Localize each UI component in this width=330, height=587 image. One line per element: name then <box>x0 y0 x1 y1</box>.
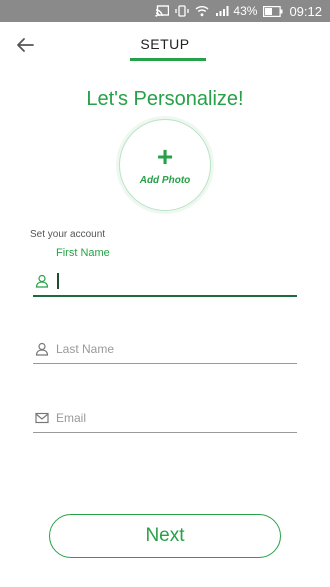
title-underline <box>130 58 206 61</box>
battery-icon <box>263 5 283 17</box>
first-name-input[interactable] <box>59 274 297 288</box>
status-bar: 43% 09:12 <box>0 0 330 22</box>
personalize-heading: Let's Personalize! <box>86 88 244 110</box>
last-name-field[interactable] <box>33 335 297 364</box>
signal-icon <box>215 5 229 17</box>
page-title: SETUP <box>140 36 190 52</box>
plus-icon: + <box>156 140 174 172</box>
add-photo-label: Add Photo <box>139 174 191 186</box>
user-icon <box>33 340 51 358</box>
section-label: Set your account <box>30 229 106 240</box>
vibrate-icon <box>175 5 190 17</box>
status-time: 09:12 <box>289 3 322 19</box>
add-photo-button[interactable]: + Add Photo <box>119 119 211 211</box>
email-input[interactable] <box>56 411 297 425</box>
mail-icon <box>33 409 51 427</box>
battery-percent: 43% <box>233 4 258 18</box>
user-icon <box>33 272 51 290</box>
first-name-underline <box>33 295 297 297</box>
wifi-icon <box>195 5 209 17</box>
email-field[interactable] <box>33 404 297 433</box>
first-name-field[interactable]: First Name <box>33 247 297 297</box>
header: SETUP <box>0 22 330 66</box>
first-name-label: First Name <box>56 247 110 259</box>
email-underline <box>33 432 297 433</box>
next-button[interactable]: Next <box>49 514 281 558</box>
last-name-underline <box>33 363 297 364</box>
cast-icon <box>155 5 170 17</box>
last-name-input[interactable] <box>56 342 297 356</box>
